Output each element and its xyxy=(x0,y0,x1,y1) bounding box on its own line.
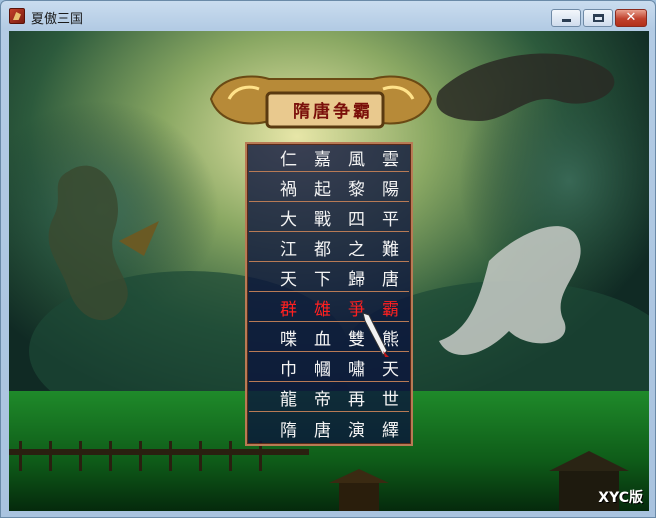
menu-item-label: 仁嘉風雲 xyxy=(280,150,416,170)
menu-item-5[interactable]: 天下歸唐 xyxy=(249,264,409,292)
chapter-menu: 仁嘉風雲 禍起黎陽 大戰四平 江都之難 天下歸唐 群雄爭霸 喋血雙熊 巾幗嘯天 … xyxy=(245,142,413,446)
game-title-plaque: 隋唐争霸 xyxy=(293,102,373,122)
minimize-button[interactable] xyxy=(551,9,581,27)
app-horse-icon[interactable] xyxy=(9,8,25,24)
menu-item-label: 大戰四平 xyxy=(280,210,416,230)
maximize-icon xyxy=(593,14,604,22)
close-button[interactable]: ✕ xyxy=(615,9,647,27)
version-label: XYC版 xyxy=(598,490,643,506)
menu-item-1[interactable]: 仁嘉風雲 xyxy=(249,144,409,172)
menu-item-3[interactable]: 大戰四平 xyxy=(249,204,409,232)
title-bar[interactable]: 夏傲三国 ✕ xyxy=(1,1,655,31)
menu-item-2[interactable]: 禍起黎陽 xyxy=(249,174,409,202)
menu-item-label: 禍起黎陽 xyxy=(280,180,416,200)
menu-item-label: 龍帝再世 xyxy=(280,390,416,410)
menu-item-4[interactable]: 江都之難 xyxy=(249,234,409,262)
menu-item-9[interactable]: 龍帝再世 xyxy=(249,384,409,412)
game-window: 夏傲三国 ✕ 隋唐争霸 仁嘉風雲 禍起黎陽 大戰四平 江都之難 天下歸唐 群雄爭… xyxy=(0,0,656,518)
menu-item-label: 隋唐演繹 xyxy=(280,420,416,441)
menu-item-label: 江都之難 xyxy=(280,240,416,260)
maximize-button[interactable] xyxy=(583,9,613,27)
brush-cursor-icon xyxy=(362,312,389,357)
close-icon: ✕ xyxy=(625,10,637,25)
menu-item-10[interactable]: 隋唐演繹 xyxy=(249,414,409,442)
minimize-icon xyxy=(562,19,571,22)
menu-item-label: 天下歸唐 xyxy=(280,270,416,290)
window-title: 夏傲三国 xyxy=(31,12,84,27)
game-viewport[interactable]: 隋唐争霸 仁嘉風雲 禍起黎陽 大戰四平 江都之難 天下歸唐 群雄爭霸 喋血雙熊 … xyxy=(9,31,649,511)
